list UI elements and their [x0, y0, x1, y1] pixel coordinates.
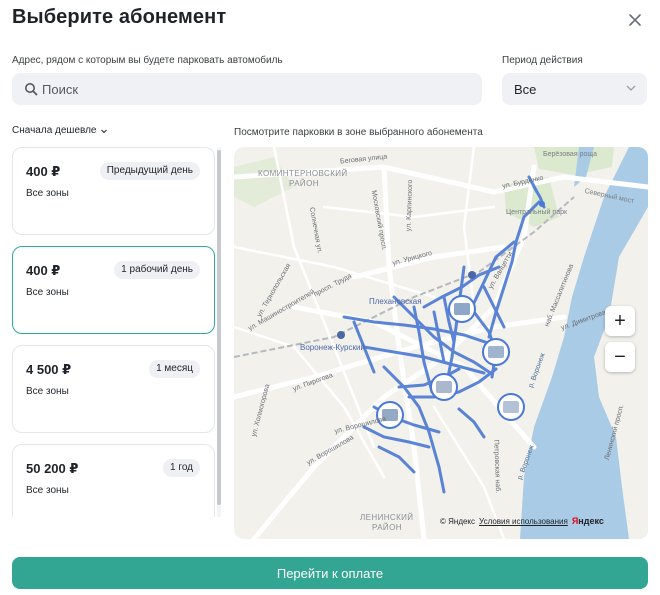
proceed-to-payment-button[interactable]: Перейти к оплате	[12, 557, 648, 589]
search-input[interactable]	[42, 81, 442, 97]
card-zones: Все зоны	[26, 386, 69, 397]
map-district-label: КОМИНТЕРНОВСКИЙ	[258, 169, 348, 178]
map-caption: Посмотрите парковки в зоне выбранного аб…	[234, 127, 483, 138]
period-select[interactable]: Все	[502, 73, 647, 105]
chevron-down-icon	[626, 85, 636, 91]
card-price: 400 ₽	[26, 263, 61, 278]
map-place-label: Центральный парк	[506, 209, 568, 216]
chevron-down-icon	[100, 127, 108, 135]
map-place-label: Воронеж-Курский	[300, 343, 365, 352]
sort-label: Сначала дешевле	[12, 125, 97, 136]
subscription-card[interactable]: 50 200 ₽ 1 год Все зоны	[12, 444, 215, 517]
close-button[interactable]	[624, 9, 646, 31]
search-icon	[24, 82, 38, 96]
card-zones: Все зоны	[26, 188, 69, 199]
sort-dropdown[interactable]: Сначала дешевле	[12, 125, 108, 136]
subscription-card-selected[interactable]: 400 ₽ 1 рабочий день Все зоны	[12, 246, 215, 334]
subscription-card[interactable]: 4 500 ₽ 1 месяц Все зоны	[12, 345, 215, 433]
card-zones: Все зоны	[26, 485, 69, 496]
period-selected-value: Все	[514, 81, 537, 97]
card-zones: Все зоны	[26, 287, 69, 298]
map-place-label: Плехановская	[369, 297, 422, 306]
card-period-badge: Предыдущий день	[99, 162, 200, 180]
list-scrollbar-thumb[interactable]	[217, 150, 221, 505]
zoom-out-button[interactable]: −	[605, 342, 635, 372]
yandex-logo: Яндекс	[571, 516, 604, 526]
search-field[interactable]	[12, 73, 482, 105]
parking-map[interactable]: КОМИНТЕРНОВСКИЙ РАЙОН ЛЕНИНСКИЙ РАЙОН Бе…	[234, 147, 648, 539]
zoom-in-button[interactable]: +	[605, 306, 635, 336]
close-icon	[629, 14, 641, 26]
subscription-card[interactable]: 400 ₽ Предыдущий день Все зоны	[12, 147, 215, 235]
card-price: 4 500 ₽	[26, 362, 72, 377]
card-period-badge: 1 год	[163, 459, 200, 477]
card-price: 400 ₽	[26, 164, 61, 179]
card-period-badge: 1 месяц	[149, 360, 200, 378]
map-district-label: РАЙОН	[289, 179, 319, 188]
map-place-label: Берёзовая роща	[543, 151, 598, 158]
map-canvas	[234, 147, 648, 539]
modal-title: Выберите абонемент	[12, 6, 227, 28]
subscription-list[interactable]: 400 ₽ Предыдущий день Все зоны 400 ₽ 1 р…	[12, 147, 220, 517]
map-terms-link[interactable]: Условия использования	[479, 517, 568, 526]
map-district-label: РАЙОН	[372, 523, 402, 532]
period-label: Период действия	[502, 55, 583, 66]
map-district-label: ЛЕНИНСКИЙ	[360, 513, 414, 522]
card-period-badge: 1 рабочий день	[114, 261, 200, 279]
map-copyright: © Яндекс	[440, 516, 476, 526]
card-price: 50 200 ₽	[26, 461, 79, 476]
address-label: Адрес, рядом с которым вы будете паркова…	[12, 55, 283, 66]
map-attribution: © Яндекс Условия использования Яндекс	[440, 516, 604, 526]
